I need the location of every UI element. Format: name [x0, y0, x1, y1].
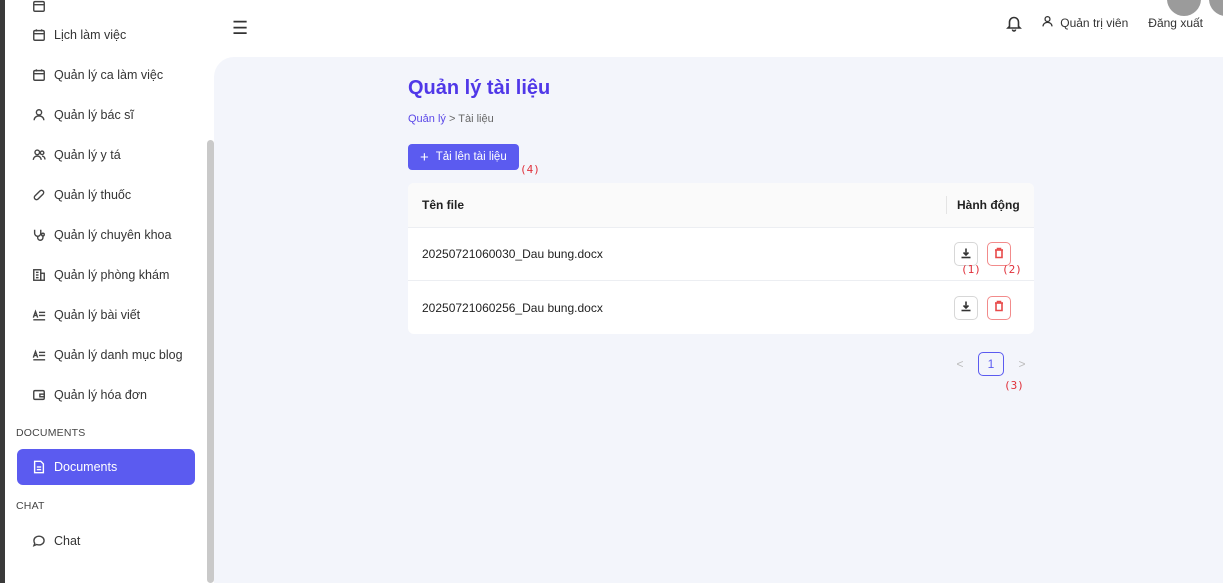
- sidebar-item-label: Quản lý hóa đơn: [54, 388, 147, 402]
- column-divider: [946, 196, 947, 214]
- sidebar-item-label: Documents: [54, 460, 118, 474]
- pagination-next-button[interactable]: >: [1010, 357, 1034, 371]
- sidebar-scrollbar[interactable]: [207, 140, 214, 583]
- text-icon: [31, 347, 47, 363]
- sidebar-section-chat: CHAT: [16, 500, 45, 512]
- sidebar-item-label: Lịch làm việc: [54, 28, 127, 42]
- main-content: Quản lý tài liệu Quản lý > Tài liệu + Tả…: [214, 57, 1223, 583]
- text-icon: [31, 307, 47, 323]
- table-row: 20250721060030_Dau bung.docx: [408, 228, 1034, 281]
- sidebar-item-label: Chat: [54, 534, 81, 548]
- sidebar-item-label: Quản lý thuốc: [54, 188, 132, 202]
- sidebar-item-bai-viet[interactable]: Quản lý bài viết: [17, 297, 195, 333]
- sidebar-item-label: Quản lý chuyên khoa: [54, 228, 172, 242]
- calendar-icon: [31, 27, 47, 43]
- sidebar-item-y-ta[interactable]: Quản lý y tá: [17, 137, 195, 173]
- file-name-cell: 20250721060256_Dau bung.docx: [422, 300, 603, 315]
- breadcrumb: Quản lý > Tài liệu: [408, 113, 494, 125]
- bell-icon[interactable]: [1005, 14, 1023, 32]
- sidebar-item-danh-muc-blog[interactable]: Quản lý danh mục blog: [17, 337, 195, 373]
- menu-toggle-icon[interactable]: ☰: [232, 18, 248, 39]
- sidebar-item-hoa-don[interactable]: Quản lý hóa đơn: [17, 377, 195, 413]
- pagination-prev-button[interactable]: <: [948, 357, 972, 371]
- page-title: Quản lý tài liệu: [408, 77, 551, 99]
- sidebar-item-label: Quản lý phòng khám: [54, 268, 170, 282]
- plus-icon: +: [420, 148, 429, 166]
- annotation-label: (2): [1002, 263, 1022, 276]
- documents-table: Tên file Hành động 20250721060030_Dau bu…: [408, 183, 1034, 334]
- action-cell: [954, 295, 1034, 320]
- sidebar-item-label: Quản lý bác sĩ: [54, 108, 134, 122]
- sidebar-item-chuyen-khoa[interactable]: Quản lý chuyên khoa: [17, 217, 195, 253]
- sidebar-item-bac-si[interactable]: Quản lý bác sĩ: [17, 97, 195, 133]
- annotation-label: (1): [961, 263, 981, 276]
- annotation-label: (3): [1004, 379, 1024, 392]
- breadcrumb-separator: >: [448, 113, 456, 125]
- pagination: < 1 >: [948, 352, 1034, 376]
- users-icon: [31, 147, 47, 163]
- sidebar-item-label: Quản lý bài viết: [54, 308, 141, 322]
- pill-icon: [31, 187, 47, 203]
- chat-icon: [31, 533, 47, 549]
- stethoscope-icon: [31, 227, 47, 243]
- sidebar-item-label: Quản lý danh mục blog: [54, 348, 183, 362]
- wallet-icon: [31, 387, 47, 403]
- user-icon: [1041, 15, 1060, 31]
- user-icon: [31, 107, 47, 123]
- sidebar-item-ca-lam-viec[interactable]: Quản lý ca làm việc: [17, 57, 195, 93]
- sidebar: Lịch làm việc Quản lý ca làm việc Quản l…: [5, 0, 215, 583]
- calendar-icon: [31, 0, 47, 14]
- column-header-action: Hành động: [957, 198, 1020, 212]
- header-actions: Quản trị viên Đăng xuất: [1005, 14, 1203, 32]
- user-menu[interactable]: Quản trị viên: [1041, 15, 1128, 31]
- building-icon: [31, 267, 47, 283]
- delete-button[interactable]: [987, 295, 1011, 320]
- download-icon: [960, 300, 972, 315]
- download-icon: [960, 247, 972, 262]
- table-row: 20250721060256_Dau bung.docx: [408, 281, 1034, 334]
- user-name: Quản trị viên: [1060, 16, 1129, 30]
- trash-icon: [993, 300, 1005, 315]
- sidebar-item-chat[interactable]: Chat: [17, 523, 195, 559]
- download-button[interactable]: [954, 295, 978, 320]
- trash-icon: [993, 247, 1005, 262]
- column-header-file-name: Tên file: [422, 198, 465, 212]
- document-icon: [31, 459, 47, 475]
- table-header: Tên file Hành động: [408, 183, 1034, 228]
- breadcrumb-parent-link[interactable]: Quản lý: [408, 113, 446, 125]
- sidebar-item-documents[interactable]: Documents: [17, 449, 195, 485]
- file-name-cell: 20250721060030_Dau bung.docx: [422, 247, 603, 261]
- calendar-icon: [31, 67, 47, 83]
- sidebar-item-label: Quản lý ca làm việc: [54, 68, 164, 82]
- logout-button[interactable]: Đăng xuất: [1148, 16, 1203, 30]
- sidebar-item-lich-lam-viec[interactable]: Lịch làm việc: [17, 17, 195, 53]
- upload-button-label: Tải lên tài liệu: [435, 151, 507, 163]
- pagination-page-button[interactable]: 1: [978, 352, 1004, 376]
- sidebar-item-thuoc[interactable]: Quản lý thuốc: [17, 177, 195, 213]
- upload-document-button[interactable]: + Tải lên tài liệu: [408, 144, 519, 170]
- breadcrumb-current: Tài liệu: [458, 113, 494, 125]
- sidebar-item-phong-kham[interactable]: Quản lý phòng khám: [17, 257, 195, 293]
- sidebar-section-documents: DOCUMENTS: [16, 427, 86, 439]
- floating-action-icon[interactable]: [1209, 0, 1223, 16]
- annotation-label: (4): [520, 163, 540, 176]
- sidebar-item-label: Quản lý y tá: [54, 148, 121, 162]
